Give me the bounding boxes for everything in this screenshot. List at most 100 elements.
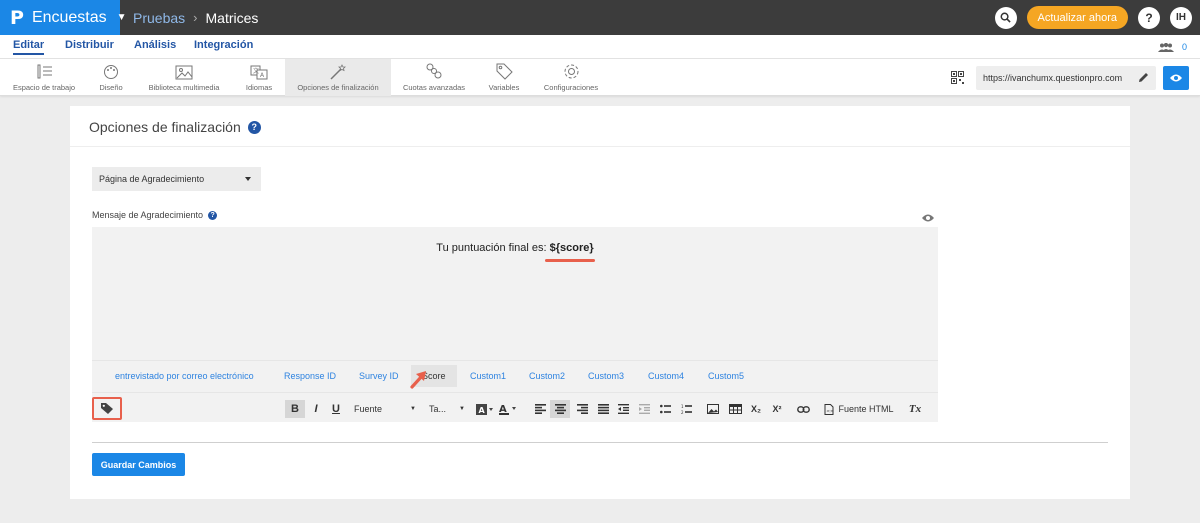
background-color-button[interactable]: A [475,400,495,418]
toolbar-variables[interactable]: Variables [484,59,524,96]
numbered-list-icon: 12 [681,404,692,414]
bulleted-list-button[interactable] [658,400,672,418]
app-switcher[interactable]: P Encuestas ▼ [0,0,127,35]
tag-survey-id[interactable]: Survey ID [359,371,399,381]
app-name: Encuestas [31,8,107,26]
svg-text:文: 文 [253,67,259,75]
insert-link-button[interactable] [795,400,811,418]
font-family-label: Fuente [354,404,383,414]
collaborators[interactable]: 0 [1157,42,1187,52]
text-color-icon: A [499,404,516,415]
pencil-icon[interactable] [1137,71,1150,84]
finish-page-select[interactable]: Página de Agradecimiento [92,167,261,191]
app-logo: P [10,6,24,29]
tag-email-respondent[interactable]: entrevistado por correo electrónico [115,371,254,381]
variable-tags: entrevistado por correo electrónico Resp… [92,360,938,392]
toolbar-languages[interactable]: 文A Idiomas [239,59,279,96]
toolbar-finish-options[interactable]: Opciones de finalización [285,59,391,96]
toolbar-design[interactable]: Diseño [92,59,130,96]
tag-custom3[interactable]: Custom3 [588,371,624,381]
justify-button[interactable] [596,400,610,418]
toolbar-settings[interactable]: Configuraciones [540,59,602,96]
text-color-button[interactable]: A [498,400,518,418]
editor-content[interactable]: Tu puntuación final es: ${score} [92,242,938,254]
preview-button[interactable] [1163,66,1189,90]
highlight-color-icon: A [476,403,493,415]
tab-integracion[interactable]: Integración [194,39,253,51]
italic-button[interactable]: I [308,400,324,418]
align-right-button[interactable] [575,400,589,418]
help-icon[interactable]: ? [208,210,218,220]
toolbar-advanced-quotas[interactable]: Cuotas avanzadas [400,59,468,96]
image-icon [707,404,719,414]
font-family-select[interactable]: Fuente ▼ [354,400,416,418]
html-source-button[interactable]: <> Fuente HTML [823,400,895,418]
survey-url[interactable]: https://ivanchumx.questionpro.com [976,66,1156,90]
bold-button[interactable]: B [285,400,305,418]
search-button[interactable] [994,6,1017,29]
save-button[interactable]: Guardar Cambios [92,453,185,476]
outdent-icon [617,404,629,414]
subscript-button[interactable]: X₂ [748,400,764,418]
superscript-button[interactable]: X² [769,400,785,418]
upgrade-button[interactable]: Actualizar ahora [1026,6,1128,29]
svg-text:1: 1 [681,404,684,409]
tag-custom4[interactable]: Custom4 [648,371,684,381]
caret-down-icon: ▼ [410,406,416,412]
editor-text: Tu puntuación final es: [436,242,550,254]
tag-icon [496,63,513,80]
score-variable: ${score} [549,242,594,254]
rich-text-editor[interactable]: Tu puntuación final es: ${score} entrevi… [92,227,938,422]
html-source-label: Fuente HTML [838,404,894,414]
bulleted-list-icon [659,404,671,414]
tab-analisis[interactable]: Análisis [134,39,176,51]
eye-icon [922,214,934,222]
tag-icon [101,403,113,414]
help-icon[interactable]: ? [247,120,261,134]
top-bar: P Encuestas ▼ Pruebas › Matrices Actuali… [0,0,1200,35]
indent-button[interactable] [637,400,651,418]
workspace-icon [37,64,52,79]
toolbar-label: Variables [488,83,520,92]
page-title-text: Opciones de finalización [89,119,241,135]
tab-distribuir[interactable]: Distribuir [65,39,114,51]
header-actions: Actualizar ahora ? IH [985,6,1192,29]
insert-table-button[interactable] [727,400,743,418]
format-toolbar: B I U Fuente ▼ Ta... ▼ A A 1 2 X₂ X² <> … [92,392,938,422]
align-left-button[interactable] [533,400,547,418]
insert-image-button[interactable] [706,400,720,418]
toolbar-label: Biblioteca multimedia [148,83,220,92]
help-button[interactable]: ? [1138,6,1160,29]
tag-custom1[interactable]: Custom1 [470,371,506,381]
tab-editar[interactable]: Editar [13,39,45,55]
qr-code-button[interactable] [951,71,964,89]
message-label: Mensaje de Agradecimiento ? [92,210,218,220]
finish-page-select-value: Página de Agradecimiento [99,174,205,184]
svg-text:2: 2 [681,410,684,414]
breadcrumb: Pruebas › Matrices [133,10,258,26]
highlight-underline [545,259,595,262]
toolbar-label: Configuraciones [543,83,599,92]
breadcrumb-parent[interactable]: Pruebas [133,10,185,26]
insert-variable-button[interactable] [92,397,122,420]
finish-options-panel: Opciones de finalización ? Página de Agr… [70,106,1130,499]
clear-format-button[interactable]: Tx [907,400,923,418]
toolbar-label: Opciones de finalización [297,83,379,92]
page-title: Opciones de finalización ? [89,119,261,135]
numbered-list-button[interactable]: 12 [679,400,693,418]
toolbar-media-library[interactable]: Biblioteca multimedia [143,59,225,96]
toolbar-label: Diseño [99,83,123,92]
tag-custom2[interactable]: Custom2 [529,371,565,381]
user-avatar[interactable]: IH [1170,6,1192,29]
tag-response-id[interactable]: Response ID [284,371,336,381]
preview-message-button[interactable] [921,210,935,228]
toolbar-workspace[interactable]: Espacio de trabajo [8,59,80,96]
justify-icon [597,404,609,414]
divider [92,442,1108,443]
font-size-select[interactable]: Ta... ▼ [429,400,465,418]
tag-custom5[interactable]: Custom5 [708,371,744,381]
chevron-right-icon: › [193,10,198,25]
underline-button[interactable]: U [328,400,344,418]
outdent-button[interactable] [616,400,630,418]
align-center-button[interactable] [550,400,570,418]
